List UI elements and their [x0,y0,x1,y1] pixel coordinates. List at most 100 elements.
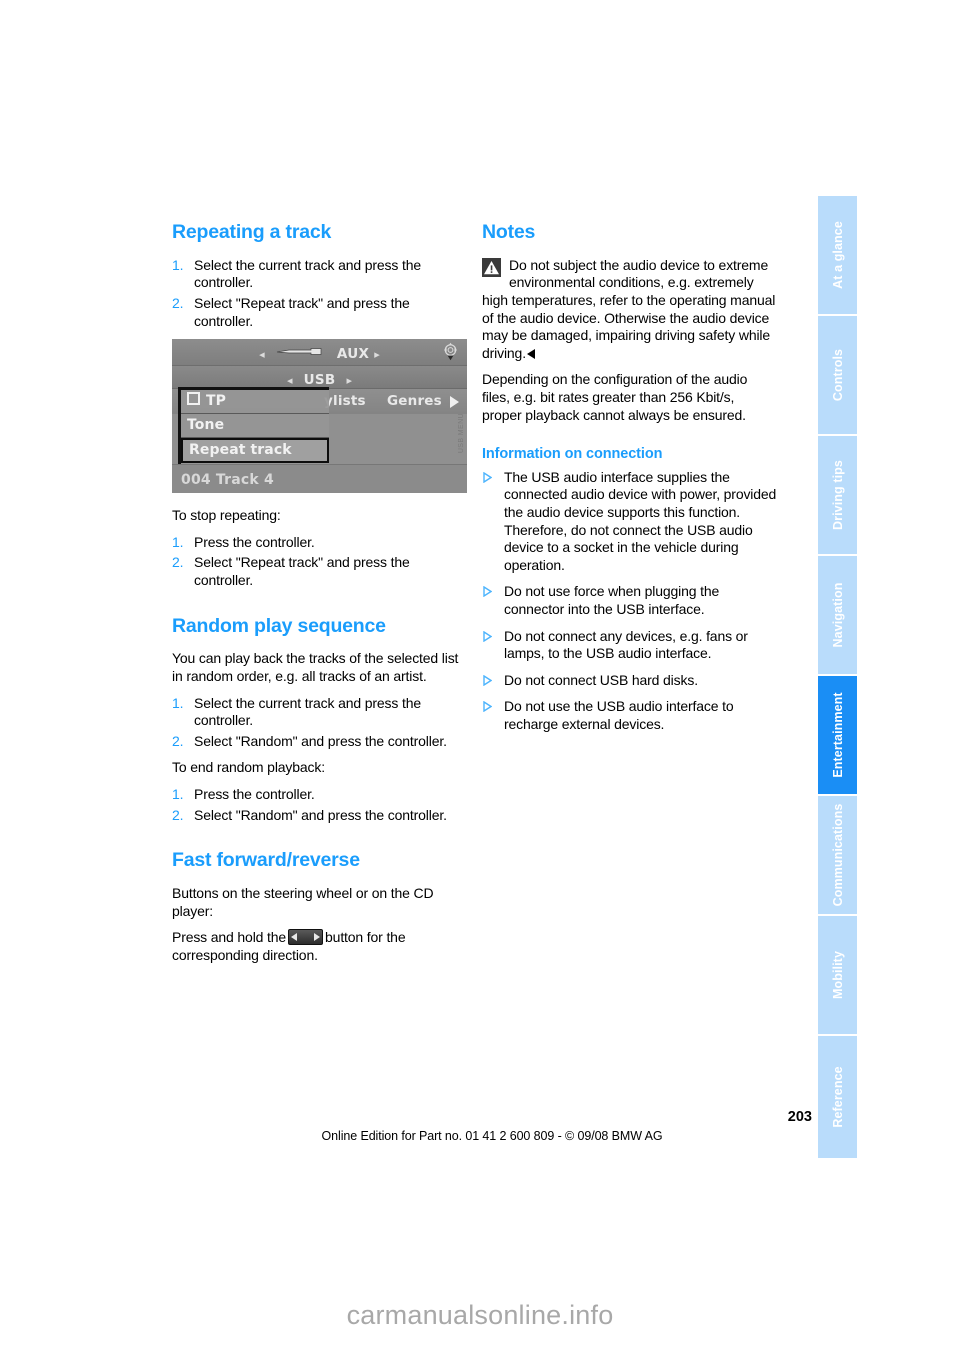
idrive-device-label: USB [303,372,336,389]
menu-item-tone: Tone [181,414,329,439]
step-text: Select "Repeat track" and press the cont… [194,554,410,588]
triangle-bullet-icon [483,630,492,642]
sidebar-item-driving-tips[interactable]: Driving tips [818,436,857,554]
sidebar-item-label: Controls [830,348,845,402]
heading-information-on-connection: Information on connection [482,446,663,463]
page-number: 203 [787,1109,812,1125]
step-text: Select the current track and press the c… [194,694,421,729]
edition-notice: Online Edition for Part no. 01 41 2 600 … [321,1129,663,1143]
sidebar-item-label: Communications [830,803,845,907]
right-text-column: Notes Do not subject the audio device to… [482,221,777,743]
step-number: 1. [172,785,184,802]
idrive-device-bar: ◂ USB ▸ [172,366,467,390]
warning-note-text: Do not subject the audio device to extre… [482,257,777,363]
list-item: 2. Select "Random" and press the control… [172,733,467,751]
bullet-text: Do not use the USB audio interface to re… [504,698,734,732]
step-text: Press the controller. [194,533,315,550]
sidebar-item-at-a-glance[interactable]: At a glance [818,196,857,314]
sidebar-item-mobility[interactable]: Mobility [818,916,857,1034]
sidebar-item-entertainment[interactable]: Entertainment [818,676,857,794]
step-number: 2. [172,806,184,823]
random-intro-text: You can play back the tracks of the sele… [172,650,459,684]
aux-cable-icon [275,347,327,356]
heading-random-play-sequence: Random play sequence [172,614,386,637]
bullet-text: Do not connect USB hard disks. [504,671,698,688]
right-chevron-icon: ▸ [346,374,353,388]
site-watermark: carmanualsonline.info [346,1300,614,1330]
figure-id-label: USB MENU [458,413,465,454]
fastforward-text-before: Press and hold the [172,929,287,946]
triangle-bullet-icon [483,701,492,713]
end-random-steps: 1. Press the controller. 2. Select "Rand… [172,786,467,824]
step-number: 1. [172,256,184,273]
idrive-now-playing: 004 Track 4 [181,472,274,489]
heading-fast-forward-reverse: Fast forward/reverse [172,849,360,872]
heading-notes: Notes [482,221,536,243]
list-item: 2. Select "Repeat track" and press the c… [172,295,467,330]
to-end-random-label: To end random playback: [172,759,325,776]
step-text: Select the current track and press the c… [194,256,421,291]
footer-accent-bar [822,1112,831,1156]
right-chevron-icon: ▸ [374,348,380,362]
left-chevron-icon: ◂ [259,348,265,362]
sidebar-item-label: Driving tips [830,460,845,530]
list-item: 1. Select the current track and press th… [172,257,467,292]
list-item: Do not connect any devices, e.g. fans or… [482,628,777,663]
sidebar-item-label: Reference [830,1066,845,1128]
page-footer: 203 Online Edition for Part no. 01 41 2 … [172,1108,812,1143]
step-number: 2. [172,732,184,749]
sidebar-item-communications[interactable]: Communications [818,796,857,914]
list-item: Do not use force when plugging the conne… [482,583,777,618]
sidebar-item-controls[interactable]: Controls [818,316,857,434]
repeat-track-steps: 1. Select the current track and press th… [172,257,467,330]
list-item: 2. Select "Repeat track" and press the c… [172,554,467,589]
sidebar-item-label: At a glance [830,221,845,289]
idrive-tab-genres: Genres [387,393,442,410]
step-text: Select "Random" and press the controller… [194,732,447,749]
random-play-steps: 1. Select the current track and press th… [172,695,467,751]
left-chevron-icon: ◂ [286,374,293,388]
idrive-source-label: AUX [336,346,370,363]
idrive-screenshot-figure: ◂ AUX ▸ ◂ USB ▸ ylists Genres TP Tone Re… [172,339,467,494]
chapter-sidebar: At a glance Controls Driving tips Naviga… [818,196,857,1160]
list-item: 1. Select the current track and press th… [172,695,467,730]
step-text: Select "Random" and press the controller… [194,806,447,823]
sidebar-item-navigation[interactable]: Navigation [818,556,857,674]
warning-note-block: Do not subject the audio device to extre… [482,257,777,363]
triangle-bullet-icon [483,674,492,686]
sidebar-item-label: Mobility [830,950,845,1000]
bullet-text: Do not connect any devices, e.g. fans or… [504,627,748,662]
heading-repeating-a-track: Repeating a track [172,221,332,243]
stop-repeating-steps: 1. Press the controller. 2. Select "Repe… [172,534,467,590]
step-number: 1. [172,533,184,550]
seek-button-icon [288,929,324,946]
to-stop-repeating-label: To stop repeating: [172,507,281,524]
warning-triangle-icon [482,257,501,277]
step-number: 1. [172,694,184,711]
sidebar-item-label: Navigation [830,582,845,648]
bullet-text: The USB audio interface supplies the con… [504,468,777,573]
list-item: 1. Press the controller. [172,534,467,552]
list-item: The USB audio interface supplies the con… [482,469,777,575]
warning-note-body: Do not subject the audio device to extre… [482,256,776,361]
sidebar-item-label: Entertainment [830,692,845,778]
fastforward-intro-text: Buttons on the steering wheel or on the … [172,884,434,919]
menu-item-label: Repeat track [189,442,292,459]
left-text-column: Repeating a track 1. Select the current … [172,221,467,973]
notes-paragraph: Depending on the configuration of the au… [482,371,748,423]
tab-next-arrow-icon [450,396,459,409]
manual-page: Repeating a track 1. Select the current … [0,0,960,1358]
list-item: Do not use the USB audio interface to re… [482,698,777,733]
list-item: 2. Select "Random" and press the control… [172,807,467,825]
step-number: 2. [172,554,184,571]
fastforward-instruction: Press and hold the button for the corresp… [172,929,467,964]
menu-item-repeat-track: Repeat track [181,438,329,464]
step-text: Press the controller. [194,785,315,802]
end-of-note-marker [526,348,535,359]
triangle-bullet-icon [483,471,492,483]
menu-item-tp: TP [181,390,329,415]
connection-bullet-list: The USB audio interface supplies the con… [482,469,777,734]
list-item: Do not connect USB hard disks. [482,672,777,690]
checkbox-icon [187,392,200,406]
idrive-source-bar: ◂ AUX ▸ [172,339,467,367]
